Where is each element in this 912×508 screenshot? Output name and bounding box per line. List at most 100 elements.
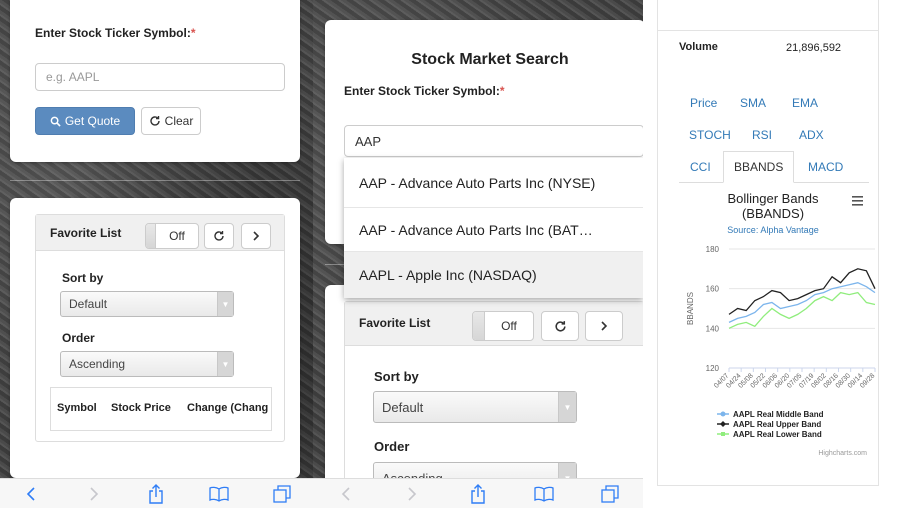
col-symbol: Symbol — [57, 402, 97, 414]
ticker-input[interactable]: e.g. AAPL — [35, 63, 285, 91]
y-tick-label: 160 — [706, 285, 720, 294]
favorite-header: Favorite List Off — [345, 302, 643, 346]
forward-button[interactable] — [84, 484, 104, 504]
order-select[interactable]: Ascending▼ — [60, 351, 234, 377]
book-icon — [534, 486, 554, 502]
ticker-input[interactable]: AAP — [344, 125, 643, 157]
sort-by-label: Sort by — [62, 271, 104, 285]
chevron-right-icon — [90, 486, 99, 501]
tab-adx[interactable]: ADX — [799, 128, 824, 142]
favorite-title: Favorite List — [50, 226, 122, 240]
bollinger-chart: Bollinger Bands (BBANDS) Source: Alpha V… — [686, 191, 876, 457]
chart-title: Bollinger Bands — [727, 191, 819, 206]
ticker-label: Enter Stock Ticker Symbol:* — [344, 84, 505, 98]
sort-by-select[interactable]: Default ▼ — [373, 391, 577, 423]
chart-subtitle: Source: Alpha Vantage — [727, 225, 818, 235]
next-button[interactable] — [585, 311, 623, 341]
tabs-icon — [273, 484, 291, 503]
order-label: Order — [62, 331, 95, 345]
favorite-list-panel: Favorite List Off Sort by Default ▼ Order… — [344, 301, 643, 494]
suggestion-item[interactable]: AAP - Advance Auto Parts Inc (NYSE) — [344, 158, 643, 208]
chevron-right-icon — [408, 486, 417, 501]
y-tick-label: 140 — [706, 324, 720, 333]
sort-by-select[interactable]: Default ▼ — [60, 291, 234, 317]
panel-search-form: Enter Stock Ticker Symbol:* e.g. AAPL Ge… — [0, 0, 313, 508]
series-line-lower — [728, 291, 876, 329]
bookmarks-button[interactable] — [209, 484, 229, 504]
order-label: Order — [374, 439, 410, 454]
tab-macd[interactable]: MACD — [808, 160, 843, 174]
next-button[interactable] — [241, 223, 271, 249]
browser-toolbar — [313, 478, 643, 508]
toggle-knob — [473, 312, 485, 340]
legend-marker — [720, 421, 726, 427]
chart-title-line2: (BBANDS) — [742, 206, 804, 221]
col-change: Change (Chang — [187, 402, 269, 414]
favorite-toggle[interactable]: Off — [145, 223, 199, 249]
panel-autocomplete: Stock Market Search Enter Stock Ticker S… — [313, 0, 643, 508]
legend-label: AAPL Real Lower Band — [733, 430, 822, 439]
tabs-button[interactable] — [600, 484, 620, 504]
menu-icon[interactable] — [852, 196, 863, 206]
favorite-card: Favorite List Off Sort by Default ▼ Order… — [325, 285, 643, 494]
ticker-label: Enter Stock Ticker Symbol:* — [35, 26, 196, 40]
y-tick-label: 180 — [706, 245, 720, 254]
tab-stoch[interactable]: STOCH — [689, 128, 731, 142]
tab-ema[interactable]: EMA — [792, 96, 818, 110]
refresh-icon — [554, 320, 566, 332]
divider — [657, 30, 879, 31]
tabs-icon — [601, 484, 619, 503]
tabs-button[interactable] — [272, 484, 292, 504]
book-icon — [209, 486, 229, 502]
tab-cci[interactable]: CCI — [690, 160, 711, 174]
bookmarks-button[interactable] — [534, 484, 554, 504]
ticker-input-value: AAP — [355, 133, 382, 149]
y-axis-label: BBANDS — [686, 292, 695, 325]
back-button[interactable] — [21, 484, 41, 504]
panel-indicator-chart: Volume 21,896,592 Price SMA EMA STOCH RS… — [643, 0, 912, 508]
back-button[interactable] — [336, 484, 356, 504]
search-icon — [50, 116, 61, 127]
page-title: Stock Market Search — [411, 51, 569, 68]
share-button[interactable] — [146, 483, 166, 504]
chevron-left-icon — [27, 486, 35, 501]
toggle-label: Off — [169, 229, 185, 243]
sort-by-label: Sort by — [374, 369, 419, 384]
autocomplete-dropdown: AAP - Advance Auto Parts Inc (NYSE) AAP … — [344, 158, 643, 298]
favorite-toggle[interactable]: Off — [472, 311, 534, 341]
toggle-knob — [146, 224, 156, 248]
favorite-table: Symbol Stock Price Change (Chang — [50, 387, 272, 431]
ticker-input-placeholder: e.g. AAPL — [46, 70, 100, 84]
chart-credit: Highcharts.com — [818, 450, 867, 457]
browser-toolbar — [0, 478, 313, 508]
share-button[interactable] — [468, 483, 488, 504]
clear-button[interactable]: Clear — [141, 107, 201, 135]
refresh-icon — [214, 231, 224, 241]
col-stock-price: Stock Price — [111, 402, 171, 414]
volume-value: 21,896,592 — [786, 42, 842, 54]
tab-rsi[interactable]: RSI — [752, 128, 772, 142]
tab-bbands[interactable]: BBANDS — [723, 151, 795, 183]
legend-label: AAPL Real Middle Band — [733, 410, 824, 419]
share-icon — [471, 483, 485, 504]
series-line-upper — [728, 268, 876, 315]
y-tick-label: 120 — [706, 364, 720, 373]
chevron-left-icon — [341, 486, 350, 501]
favorite-header: Favorite List Off — [36, 215, 284, 251]
refresh-icon — [149, 116, 160, 126]
forward-button[interactable] — [402, 484, 422, 504]
tab-sma[interactable]: SMA — [740, 96, 766, 110]
suggestion-item[interactable]: AAPL - Apple Inc (NASDAQ) — [344, 252, 643, 298]
volume-label: Volume — [679, 41, 718, 53]
legend-marker — [721, 432, 725, 436]
favorite-list-panel: Favorite List Off Sort by Default ▼ Order… — [35, 214, 285, 442]
suggestion-item[interactable]: AAP - Advance Auto Parts Inc (BAT… — [344, 208, 643, 252]
refresh-button[interactable] — [204, 223, 234, 249]
favorite-title: Favorite List — [359, 316, 431, 330]
refresh-button[interactable] — [541, 311, 579, 341]
get-quote-button[interactable]: Get Quote — [35, 107, 135, 135]
chevron-right-icon — [601, 321, 608, 331]
search-card: Enter Stock Ticker Symbol:* e.g. AAPL Ge… — [10, 0, 300, 162]
tab-price[interactable]: Price — [690, 96, 717, 110]
favorite-card: Favorite List Off Sort by Default ▼ Order… — [10, 198, 300, 478]
